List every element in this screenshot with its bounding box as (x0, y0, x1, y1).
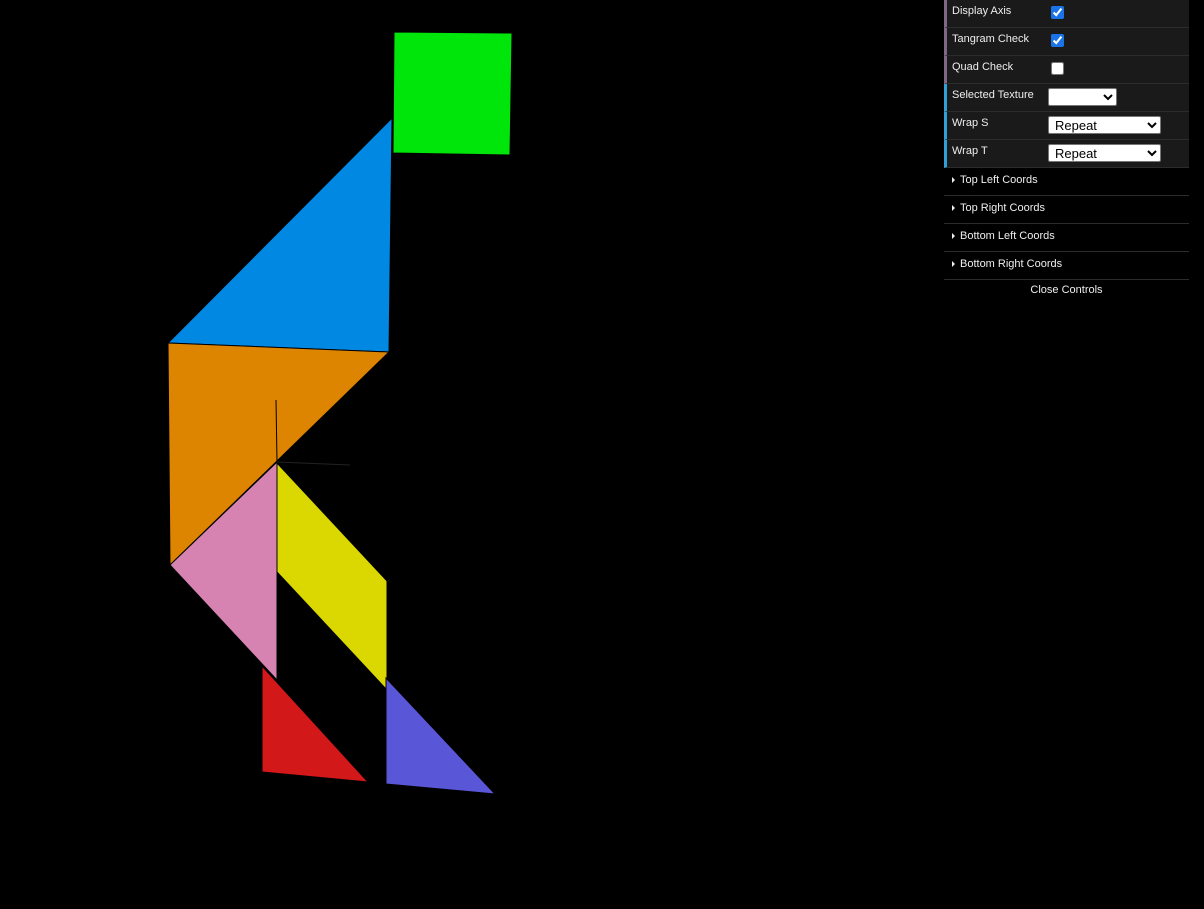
close-controls-button[interactable]: Close Controls (944, 280, 1189, 300)
controls-panel: Display Axis Tangram Check Quad Check Se… (944, 0, 1189, 300)
caret-right-icon (952, 177, 955, 183)
quad-check-checkbox[interactable] (1051, 62, 1064, 75)
wrap-t-row[interactable]: Wrap T Repeat (944, 140, 1189, 168)
large-triangle-blue-piece (166, 116, 393, 353)
parallelogram-piece (276, 461, 388, 692)
wrap-s-row[interactable]: Wrap S Repeat (944, 112, 1189, 140)
selected-texture-label: Selected Texture (952, 89, 1034, 101)
display-axis-row[interactable]: Display Axis (944, 0, 1189, 28)
seam-line (276, 461, 351, 466)
quad-check-label: Quad Check (952, 61, 1014, 73)
folder-top-left-coords[interactable]: Top Left Coords (944, 168, 1189, 196)
display-axis-checkbox[interactable] (1051, 6, 1064, 19)
small-triangle-purple-piece (385, 676, 497, 795)
wrap-t-select[interactable]: Repeat (1048, 144, 1161, 162)
tangram-check-checkbox[interactable] (1051, 34, 1064, 47)
selected-texture-row[interactable]: Selected Texture (944, 84, 1189, 112)
quad-check-row[interactable]: Quad Check (944, 56, 1189, 84)
wrap-t-label: Wrap T (952, 145, 988, 157)
caret-right-icon (952, 233, 955, 239)
selected-texture-select[interactable] (1048, 88, 1117, 106)
tangram-check-label: Tangram Check (952, 33, 1030, 45)
wrap-s-select[interactable]: Repeat (1048, 116, 1161, 134)
caret-right-icon (952, 205, 955, 211)
small-triangle-red-piece (261, 664, 370, 783)
square-piece (392, 31, 513, 156)
caret-right-icon (952, 261, 955, 267)
folder-top-right-coords[interactable]: Top Right Coords (944, 196, 1189, 224)
folder-bottom-right-coords[interactable]: Bottom Right Coords (944, 252, 1189, 280)
folder-title: Bottom Right Coords (960, 258, 1063, 270)
folder-title: Top Left Coords (960, 174, 1038, 186)
tangram-check-row[interactable]: Tangram Check (944, 28, 1189, 56)
wrap-s-label: Wrap S (952, 117, 989, 129)
folder-bottom-left-coords[interactable]: Bottom Left Coords (944, 224, 1189, 252)
folder-title: Bottom Left Coords (960, 230, 1055, 242)
folder-title: Top Right Coords (960, 202, 1045, 214)
display-axis-label: Display Axis (952, 5, 1012, 17)
